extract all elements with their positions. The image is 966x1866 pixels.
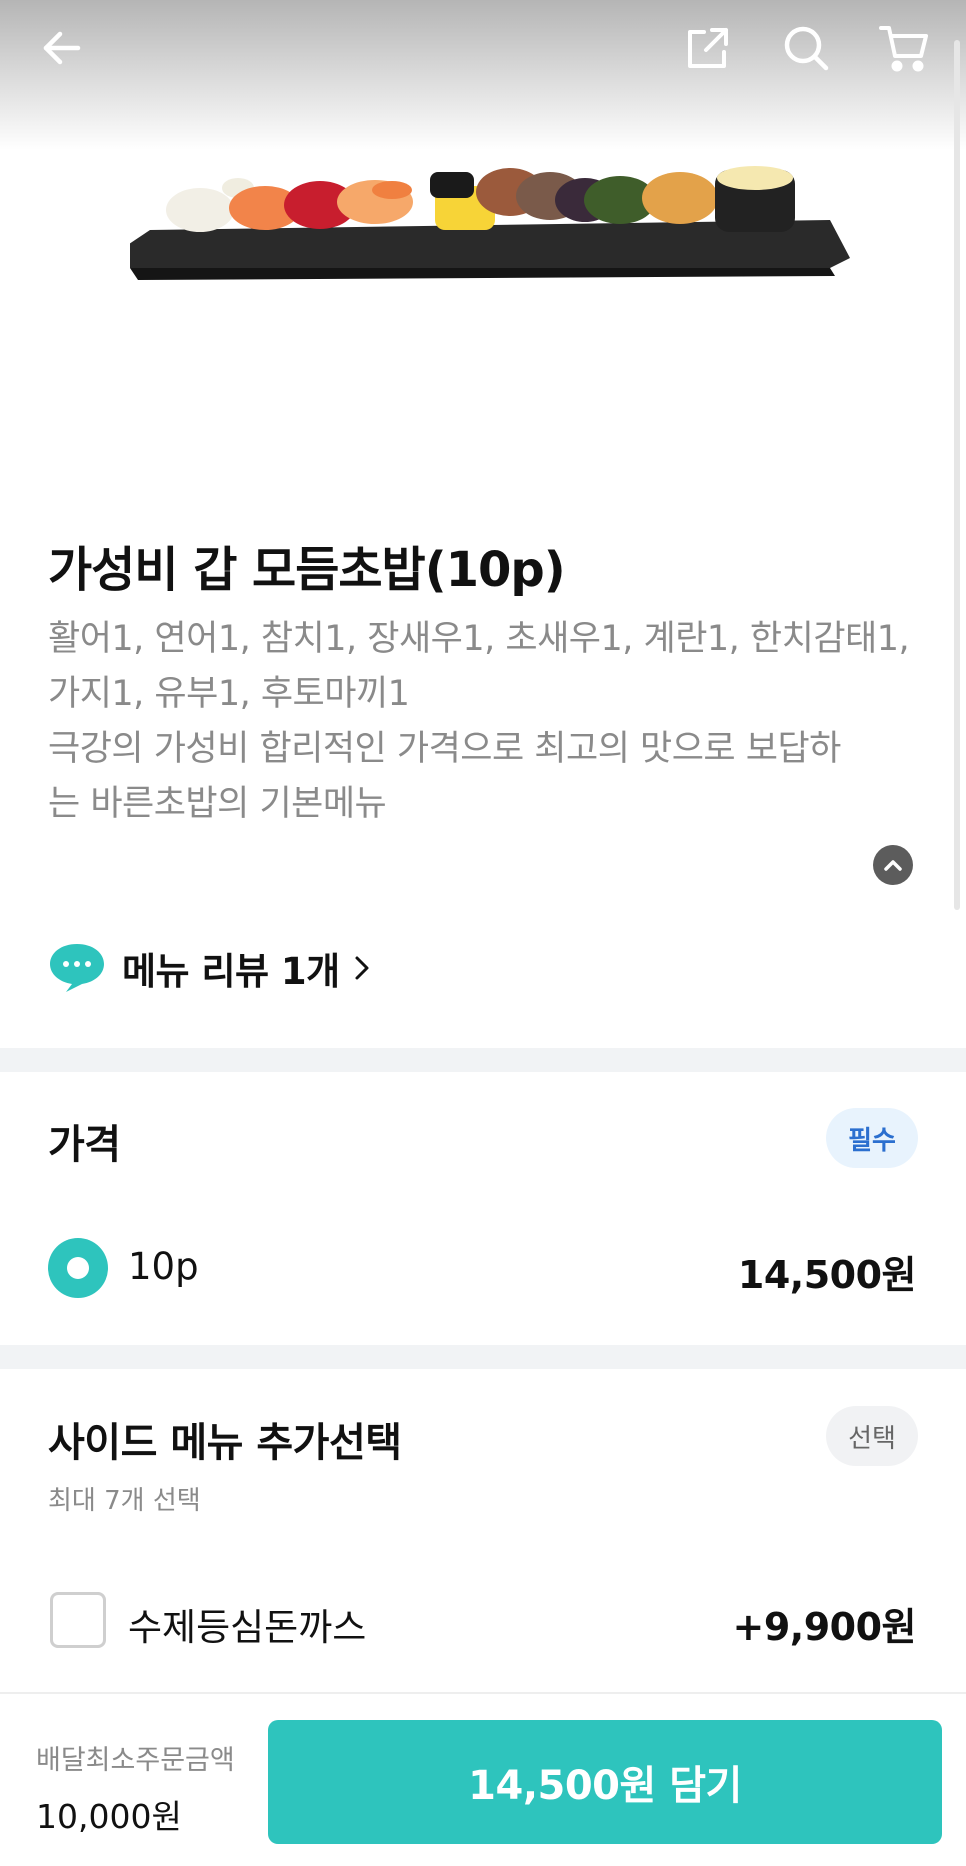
radio-dot: [67, 1257, 89, 1279]
min-order-label: 배달최소주문금액: [36, 1745, 235, 1776]
price-option-radio[interactable]: [48, 1238, 108, 1298]
search-icon[interactable]: [778, 20, 834, 76]
add-to-cart-button[interactable]: 14,500원 담기: [268, 1720, 942, 1844]
min-order-value: 10,000원: [36, 1797, 182, 1836]
side-section-note: 최대 7개 선택: [48, 1486, 201, 1516]
side-option-checkbox[interactable]: [50, 1592, 106, 1648]
scrollbar[interactable]: [954, 40, 960, 910]
cart-icon[interactable]: [876, 20, 932, 76]
optional-badge: 선택: [826, 1406, 918, 1466]
collapse-description-button[interactable]: [873, 845, 913, 885]
price-option-label[interactable]: 10p: [128, 1245, 199, 1288]
section-divider: [0, 1345, 966, 1369]
arrow-left-icon[interactable]: [34, 20, 90, 76]
description-line: 가지1, 유부1, 후토마끼1: [48, 674, 410, 714]
side-option-price: +9,900원: [732, 1605, 917, 1649]
price-option-price: 14,500원: [737, 1253, 917, 1297]
menu-title: 가성비 갑 모듬초밥(10p): [48, 542, 566, 598]
price-section-title: 가격: [48, 1122, 121, 1168]
section-divider: [0, 1048, 966, 1072]
side-option-label[interactable]: 수제등심돈까스: [128, 1597, 366, 1651]
required-badge: 필수: [826, 1108, 918, 1168]
share-icon[interactable]: [680, 20, 736, 76]
speech-bubble-icon: [50, 944, 104, 992]
description-line: 활어1, 연어1, 참치1, 장새우1, 초새우1, 계란1, 한치감태1,: [48, 619, 910, 659]
side-section-title: 사이드 메뉴 추가선택: [48, 1420, 402, 1466]
chevron-up-icon: [884, 860, 902, 871]
menu-review-link[interactable]: 메뉴 리뷰 1개: [48, 938, 370, 998]
menu-detail-page: 가성비 갑 모듬초밥(10p) 활어1, 연어1, 참치1, 장새우1, 초새우…: [0, 0, 966, 1866]
review-label: 메뉴 리뷰 1개: [122, 950, 340, 993]
chevron-right-icon: [354, 955, 370, 981]
menu-description: 활어1, 연어1, 참치1, 장새우1, 초새우1, 계란1, 한치감태1, 가…: [48, 612, 928, 832]
description-line: 극강의 가성비 합리적인 가격으로 최고의 맛으로 보답하: [48, 729, 841, 769]
sushi-platter-image: [130, 166, 850, 280]
bottom-order-bar: 배달최소주문금액 10,000원 14,500원 담기: [0, 1692, 966, 1866]
description-line: 는 바른초밥의 기본메뉴: [48, 784, 387, 824]
